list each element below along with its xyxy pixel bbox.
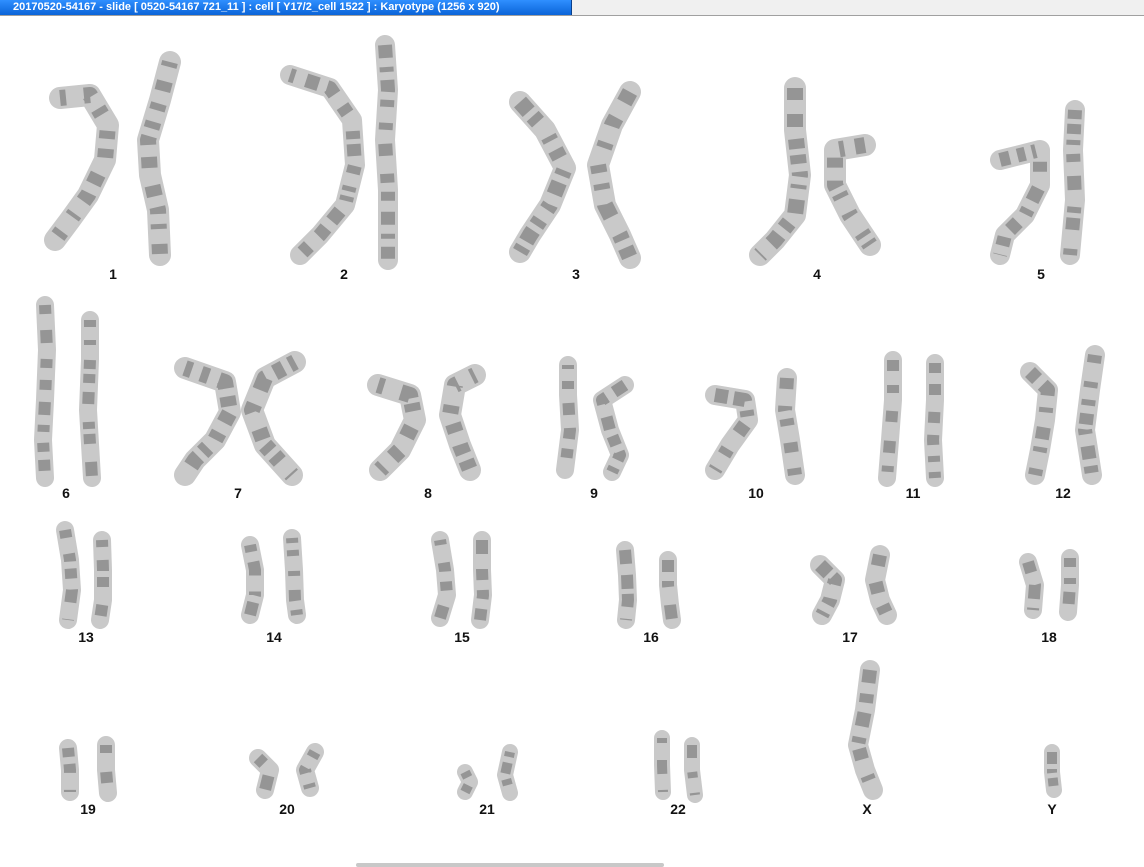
chromosome-label: 7	[234, 485, 242, 501]
chromosome-label: 10	[748, 485, 764, 501]
chromosome-label: 9	[590, 485, 598, 501]
chromosome-pair-5[interactable]	[990, 100, 1085, 265]
chromosome-pair-21[interactable]	[457, 744, 518, 801]
chromosome[interactable]	[775, 368, 805, 485]
chromosome-canvas	[34, 35, 1105, 803]
karyotype-panel: 1 2 3 4 5 6 7 8 9 10 11 12 13 14 15 16 17 18 19 20 21 22 X Y	[0, 16, 1144, 867]
chromosome-pair-13[interactable]	[56, 521, 112, 629]
chromosome-pair-17[interactable]	[810, 545, 897, 625]
chromosome-pair-4[interactable]	[749, 77, 881, 266]
chromosome-pair-12[interactable]	[1020, 345, 1105, 485]
chromosome-pair-22[interactable]	[654, 730, 703, 803]
chromosome-label: 15	[454, 629, 470, 645]
chromosome-label: 5	[1037, 266, 1045, 282]
chromosome-label: 3	[572, 266, 580, 282]
chromosome-label: Y	[1047, 801, 1057, 817]
chromosome-pair-14[interactable]	[241, 529, 306, 624]
chromosome[interactable]	[749, 77, 811, 266]
chromosome-label: 16	[643, 629, 659, 645]
chromosome-label: 8	[424, 485, 432, 501]
chromosome-pair-1[interactable]	[44, 51, 181, 266]
chromosome[interactable]	[44, 84, 119, 251]
chromosome-label: 14	[266, 629, 282, 645]
chromosome-label: 18	[1041, 629, 1057, 645]
chromosome-label: 4	[813, 266, 821, 282]
chromosome-pair-19[interactable]	[59, 736, 117, 802]
chromosome-pair-X[interactable]	[848, 660, 883, 800]
chromosome-pair-7[interactable]	[174, 351, 306, 486]
chromosome-bands	[1047, 752, 1059, 791]
chromosome-label: 1	[109, 266, 117, 282]
chromosome-pair-11[interactable]	[878, 351, 944, 487]
window-titlebar: 20170520-54167 - slide [ 0520-54167 721_…	[0, 0, 1144, 16]
chromosome-label: 6	[62, 485, 70, 501]
chromosome-pair-15[interactable]	[431, 531, 492, 629]
chromosome-pair-16[interactable]	[616, 541, 681, 629]
chromosome-label: 22	[670, 801, 686, 817]
chromosome-pair-10[interactable]	[705, 368, 805, 485]
chromosome-label: 17	[842, 629, 858, 645]
chromosome-label: 11	[905, 485, 921, 501]
chromosome-pair-20[interactable]	[249, 743, 324, 799]
chromosome-pair-Y[interactable]	[1044, 744, 1062, 798]
chromosome-pair-18[interactable]	[1019, 549, 1079, 621]
chromosome-pair-3[interactable]	[509, 81, 641, 269]
chromosome-pair-6[interactable]	[34, 296, 101, 487]
chromosome[interactable]	[848, 660, 883, 800]
chromosome-label: 12	[1055, 485, 1071, 501]
chromosome-label: 21	[479, 801, 495, 817]
chromosome-label: 2	[340, 266, 348, 282]
chromosome-label: 13	[78, 629, 94, 645]
horizontal-scrollbar-thumb[interactable]	[356, 863, 664, 867]
chromosome-pair-8[interactable]	[367, 364, 486, 481]
chromosome[interactable]	[439, 364, 486, 481]
chromosome-pair-9[interactable]	[556, 356, 634, 481]
window-title[interactable]: 20170520-54167 - slide [ 0520-54167 721_…	[0, 0, 572, 15]
chromosome-label: 20	[279, 801, 295, 817]
chromosome-label: X	[862, 801, 872, 817]
chromosome[interactable]	[283, 529, 306, 624]
chromosome-label: 19	[80, 801, 96, 817]
chromosome-pair-2[interactable]	[280, 35, 398, 270]
